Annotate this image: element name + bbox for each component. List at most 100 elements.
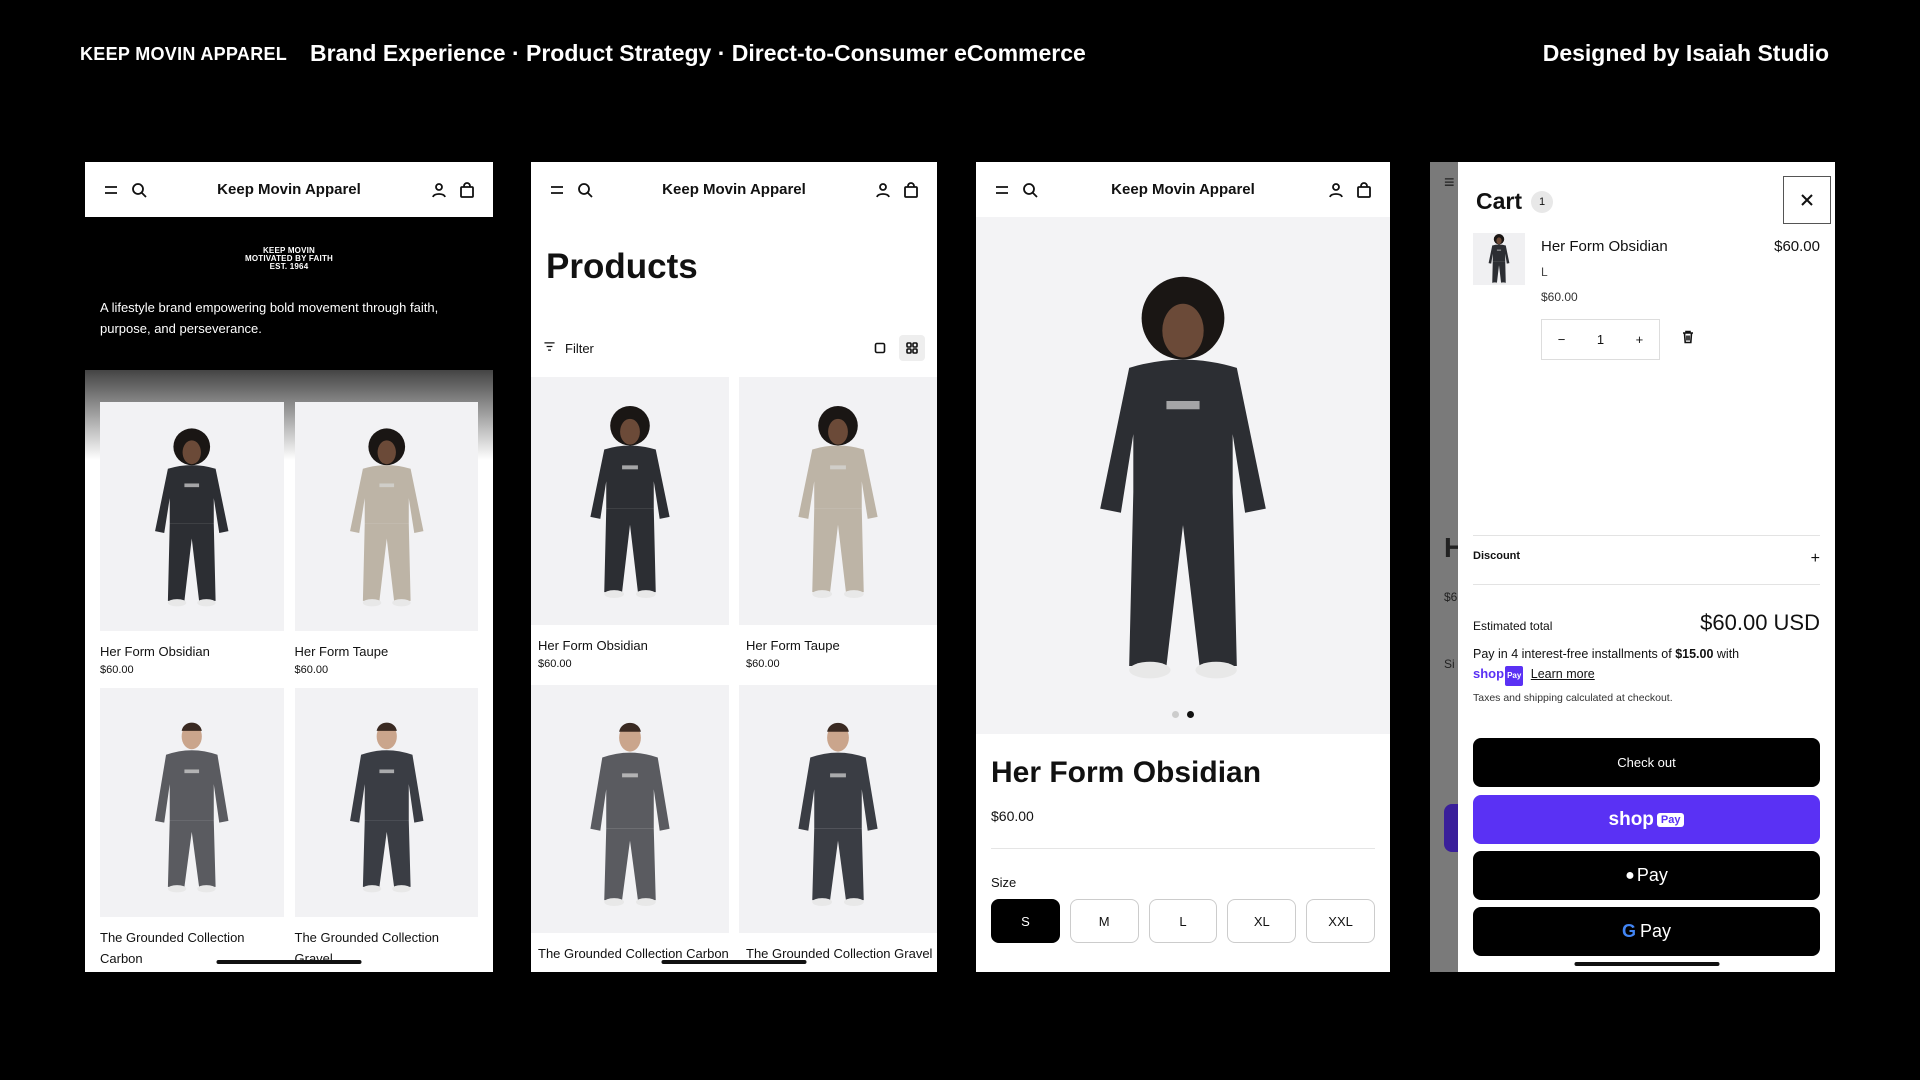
product-card[interactable]: Her Form Taupe $60.00: [739, 377, 937, 685]
size-selector: S M L XL XXL: [976, 890, 1390, 943]
product-image[interactable]: [100, 688, 284, 917]
product-image[interactable]: [531, 377, 729, 625]
menu-icon[interactable]: [988, 176, 1016, 204]
cart-header: Cart 1: [1458, 162, 1835, 215]
size-option[interactable]: L: [1148, 899, 1218, 943]
intro-text: A lifestyle brand empowering bold moveme…: [100, 300, 439, 336]
cart-line-item: Her Form Obsidian $60.00 L $60.00 − 1 +: [1458, 215, 1835, 360]
account-icon[interactable]: [1322, 176, 1350, 204]
product-card[interactable]: The Grounded Collection Gravel: [739, 685, 937, 972]
product-image[interactable]: [294, 402, 478, 631]
trash-icon[interactable]: [1680, 329, 1696, 350]
minus-icon[interactable]: −: [1558, 332, 1566, 347]
quantity-value[interactable]: 1: [1597, 332, 1604, 347]
cart-drawer: Cart 1 Her Form Obsidian $60.00 L $60.00…: [1458, 162, 1835, 972]
product-image[interactable]: [739, 377, 937, 625]
line-item-name[interactable]: Her Form Obsidian: [1541, 238, 1668, 255]
discount-label: Discount: [1473, 550, 1521, 562]
filter-button[interactable]: Filter: [565, 341, 594, 356]
bag-icon[interactable]: [453, 176, 481, 204]
home-indicator: [216, 960, 362, 964]
search-icon[interactable]: [125, 176, 153, 204]
product-gallery[interactable]: [976, 217, 1390, 734]
installment-amount: $15.00: [1675, 647, 1714, 661]
behind-size-label: Si: [1444, 657, 1455, 671]
product-grid: Her Form Obsidian $60.00 Her Form Taupe …: [85, 370, 493, 972]
grid-view-icon[interactable]: [899, 335, 925, 361]
divider: [1473, 584, 1820, 585]
plus-icon: +: [1810, 550, 1820, 567]
google-icon: G: [1621, 921, 1636, 941]
single-view-icon[interactable]: [867, 335, 893, 361]
product-name[interactable]: Her Form Taupe: [295, 641, 479, 662]
divider: [1473, 535, 1820, 536]
product-grid: Her Form Obsidian $60.00 Her Form Taupe …: [531, 377, 937, 972]
product-name[interactable]: Her Form Obsidian: [100, 641, 284, 662]
store-header: Keep Movin Apparel: [531, 162, 937, 217]
account-icon[interactable]: [425, 176, 453, 204]
checkout-button[interactable]: Check out: [1473, 738, 1820, 787]
cart-count-badge: 1: [1531, 190, 1554, 213]
gallery-dot[interactable]: [1187, 711, 1194, 718]
product-card[interactable]: The Grounded Collection Carbon: [100, 688, 284, 972]
discount-toggle[interactable]: Discount +: [1473, 550, 1820, 568]
search-icon[interactable]: [1016, 176, 1044, 204]
product-card[interactable]: Her Form Taupe $60.00: [294, 402, 479, 688]
home-screen: Keep Movin Apparel KEEP MOVIN MOTIVATED …: [85, 162, 493, 972]
featured-grid-section: Her Form Obsidian $60.00 Her Form Taupe …: [85, 370, 493, 972]
line-item-image[interactable]: [1473, 233, 1525, 285]
product-price: $60.00: [746, 658, 780, 670]
product-price: $60.00: [294, 664, 329, 676]
product-image[interactable]: [976, 217, 1390, 734]
size-option[interactable]: M: [1069, 899, 1139, 943]
product-image[interactable]: [294, 688, 478, 917]
taxes-note: Taxes and shipping calculated at checkou…: [1473, 692, 1673, 704]
top-tagline: Brand Experience · Product Strategy · Di…: [310, 40, 1086, 66]
shop-pay-logo: shop Pay: [1473, 666, 1524, 686]
gallery-dot[interactable]: [1172, 711, 1179, 718]
menu-icon[interactable]: [543, 176, 571, 204]
account-icon[interactable]: [869, 176, 897, 204]
product-price: $60.00: [991, 808, 1034, 824]
product-title: Her Form Obsidian: [991, 756, 1262, 789]
size-option[interactable]: S: [991, 899, 1060, 943]
product-card[interactable]: Her Form Obsidian $60.00: [531, 377, 729, 685]
product-card[interactable]: Her Form Obsidian $60.00: [100, 402, 284, 688]
product-card[interactable]: The Grounded Collection Carbon: [531, 685, 729, 972]
filter-icon[interactable]: [543, 340, 561, 356]
product-price: $60.00: [100, 664, 134, 676]
menu-icon: ≡: [1444, 172, 1455, 192]
plus-icon[interactable]: +: [1636, 332, 1644, 347]
product-detail-screen: Keep Movin Apparel Her Form Obsidian $60…: [976, 162, 1390, 972]
page-title: Products: [546, 247, 698, 286]
cart-title: Cart: [1476, 188, 1523, 214]
top-credit: Designed by Isaiah Studio: [1542, 40, 1829, 66]
product-image[interactable]: [531, 685, 729, 933]
quantity-stepper: − 1 +: [1541, 319, 1660, 360]
home-indicator: [1574, 962, 1719, 966]
size-label: Size: [991, 875, 1017, 890]
size-option[interactable]: XXL: [1306, 899, 1375, 943]
product-image[interactable]: [739, 685, 937, 933]
installments-message: Pay in 4 interest-free installments of $…: [1473, 644, 1820, 686]
cart-screen: ≡ H $6 Si Cart 1 Her Form Obsidian $60.0…: [1430, 162, 1835, 972]
apple-pay-button[interactable]: ● Pay: [1473, 851, 1820, 900]
filter-bar: Filter: [531, 325, 937, 371]
google-pay-button[interactable]: G Pay: [1473, 907, 1820, 956]
gallery-dots: [976, 711, 1390, 718]
product-image[interactable]: [100, 402, 284, 631]
size-option[interactable]: XL: [1227, 899, 1297, 943]
estimated-total: Estimated total $60.00 USD: [1473, 610, 1820, 636]
store-header: Keep Movin Apparel: [85, 162, 493, 217]
learn-more-link[interactable]: Learn more: [1531, 667, 1595, 681]
menu-icon[interactable]: [97, 176, 125, 204]
search-icon[interactable]: [571, 176, 599, 204]
product-name[interactable]: Her Form Taupe: [739, 635, 937, 656]
product-price: $60.00: [538, 658, 572, 670]
bag-icon[interactable]: [897, 176, 925, 204]
close-icon: [1801, 194, 1813, 206]
product-card[interactable]: The Grounded Collection Gravel: [294, 688, 478, 972]
product-name[interactable]: Her Form Obsidian: [531, 635, 729, 656]
bag-icon[interactable]: [1350, 176, 1378, 204]
shop-pay-button[interactable]: shop Pay: [1473, 795, 1820, 844]
